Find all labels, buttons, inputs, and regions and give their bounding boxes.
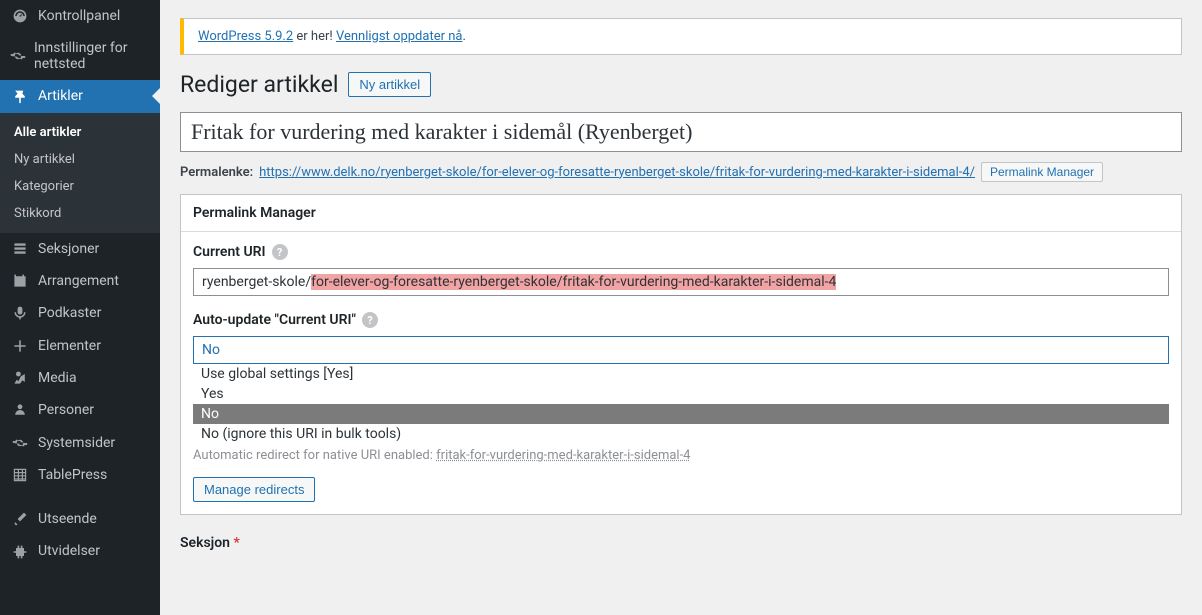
permalink-url-link[interactable]: https://www.delk.no/ryenberget-skole/for… xyxy=(259,165,975,180)
post-title-input[interactable] xyxy=(180,112,1182,152)
sidebar-item-artikler[interactable]: Artikler xyxy=(0,80,160,112)
sidebar-item-seksjoner[interactable]: Seksjoner xyxy=(0,233,160,265)
sidebar-item-media[interactable]: Media xyxy=(0,362,160,394)
sidebar-submenu: Alle artikler Ny artikkel Kategorier Sti… xyxy=(0,113,160,233)
native-uri-link[interactable]: fritak-for-vurdering-med-karakter-i-side… xyxy=(436,448,690,463)
gauge-icon xyxy=(10,8,30,24)
wp-version-link[interactable]: WordPress 5.9.2 xyxy=(198,29,293,44)
sidebar-item-label: Innstillinger for nettsted xyxy=(34,40,150,72)
auto-update-select[interactable]: No xyxy=(193,336,1169,364)
plugin-icon xyxy=(10,543,30,559)
permalink-manager-panel: Permalink Manager Current URI ? ryenberg… xyxy=(180,194,1182,515)
redirect-info: Automatic redirect for native URI enable… xyxy=(193,448,1169,463)
admin-sidebar: Kontrollpanel Innstillinger for nettsted… xyxy=(0,0,160,615)
sidebar-item-label: TablePress xyxy=(38,467,107,483)
auto-update-label: Auto-update "Current URI" ? xyxy=(193,312,1169,328)
submenu-item-stikkord[interactable]: Stikkord xyxy=(0,200,160,227)
sidebar-item-label: Personer xyxy=(38,402,94,418)
page-title: Rediger artikkel xyxy=(180,71,338,98)
sidebar-item-label: Podkaster xyxy=(38,305,101,321)
person-icon xyxy=(10,402,30,418)
pin-icon xyxy=(10,88,30,104)
table-icon xyxy=(10,467,30,483)
dropdown-option-global[interactable]: Use global settings [Yes] xyxy=(193,364,1169,384)
dropdown-option-no-ignore[interactable]: No (ignore this URI in bulk tools) xyxy=(193,424,1169,444)
panel-title: Permalink Manager xyxy=(181,195,1181,232)
submenu-item-ny-artikkel[interactable]: Ny artikkel xyxy=(0,146,160,173)
sidebar-item-utseende[interactable]: Utseende xyxy=(0,503,160,535)
permalink-manager-button[interactable]: Permalink Manager xyxy=(981,162,1103,182)
mic-icon xyxy=(10,305,30,321)
sidebar-item-podkaster[interactable]: Podkaster xyxy=(0,297,160,329)
gear-icon xyxy=(10,434,30,450)
sidebar-item-innstillinger[interactable]: Innstillinger for nettsted xyxy=(0,32,160,80)
update-now-link[interactable]: Vennligst oppdater nå xyxy=(336,29,463,44)
select-current-value: No xyxy=(194,337,1168,363)
main-content: WordPress 5.9.2 er her! Vennligst oppdat… xyxy=(160,0,1202,615)
sidebar-item-tablepress[interactable]: TablePress xyxy=(0,459,160,491)
media-icon xyxy=(10,370,30,386)
sidebar-item-systemsider[interactable]: Systemsider xyxy=(0,426,160,458)
sidebar-item-utvidelser[interactable]: Utvidelser xyxy=(0,535,160,567)
sidebar-item-arrangement[interactable]: Arrangement xyxy=(0,265,160,297)
help-icon[interactable]: ? xyxy=(272,244,288,260)
sidebar-item-elementer[interactable]: Elementer xyxy=(0,329,160,361)
update-notice: WordPress 5.9.2 er her! Vennligst oppdat… xyxy=(180,18,1182,55)
sidebar-item-label: Media xyxy=(38,370,77,386)
brush-icon xyxy=(10,511,30,527)
dropdown-option-yes[interactable]: Yes xyxy=(193,384,1169,404)
sidebar-item-label: Systemsider xyxy=(38,435,115,451)
submenu-item-kategorier[interactable]: Kategorier xyxy=(0,173,160,200)
current-uri-input[interactable]: ryenberget-skole/for-elever-og-foresatte… xyxy=(193,268,1169,296)
dropdown-option-no[interactable]: No xyxy=(193,404,1169,424)
section-label: Seksjon * xyxy=(180,535,1182,551)
sidebar-item-personer[interactable]: Personer xyxy=(0,394,160,426)
add-new-button[interactable]: Ny artikkel xyxy=(348,72,431,97)
submenu-item-alle-artikler[interactable]: Alle artikler xyxy=(0,119,160,146)
sidebar-item-label: Seksjoner xyxy=(38,241,99,257)
plus-icon xyxy=(10,337,30,353)
sidebar-item-label: Artikler xyxy=(38,88,83,104)
sidebar-item-label: Arrangement xyxy=(38,273,119,289)
permalink-label: Permalenke: xyxy=(180,165,253,180)
gear-icon xyxy=(10,48,26,64)
current-uri-highlight: for-elever-og-foresatte-ryenberget-skole… xyxy=(311,274,836,290)
layers-icon xyxy=(10,241,30,257)
manage-redirects-button[interactable]: Manage redirects xyxy=(193,477,315,502)
auto-update-dropdown: Use global settings [Yes] Yes No No (ign… xyxy=(193,364,1169,444)
calendar-icon xyxy=(10,273,30,289)
sidebar-item-label: Utvidelser xyxy=(38,543,100,559)
help-icon[interactable]: ? xyxy=(362,312,378,328)
required-asterisk: * xyxy=(233,535,239,551)
sidebar-item-label: Kontrollpanel xyxy=(38,8,120,24)
sidebar-item-label: Utseende xyxy=(38,511,97,527)
current-uri-label: Current URI ? xyxy=(193,244,1169,260)
sidebar-item-kontrollpanel[interactable]: Kontrollpanel xyxy=(0,0,160,32)
sidebar-item-label: Elementer xyxy=(38,338,101,354)
